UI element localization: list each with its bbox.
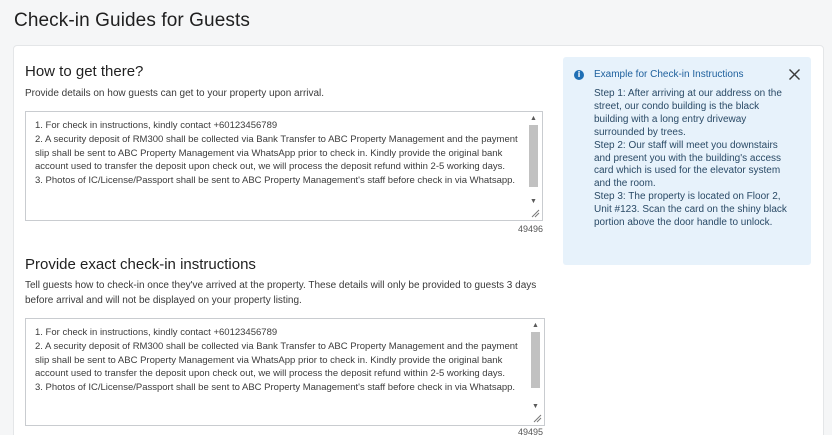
example-info-box: i Example for Check-in Instructions Step… (563, 57, 811, 265)
checkin-instructions-textarea[interactable]: 1. For check in instructions, kindly con… (25, 318, 545, 426)
textarea-scrollbar[interactable]: ▲ ▼ (530, 321, 541, 411)
page-title: Check-in Guides for Guests (14, 10, 250, 31)
how-to-get-there-heading: How to get there? (25, 63, 144, 80)
how-to-get-there-description: Provide details on how guests can get to… (25, 88, 325, 99)
close-icon[interactable] (788, 68, 801, 81)
scroll-thumb[interactable] (531, 332, 540, 388)
scroll-up-icon[interactable]: ▲ (528, 114, 539, 123)
checkin-instructions-heading: Provide exact check-in instructions (25, 256, 256, 273)
resize-grip-icon[interactable] (530, 208, 540, 218)
scroll-up-icon[interactable]: ▲ (530, 321, 541, 330)
info-icon: i (574, 70, 584, 80)
checkin-instructions-description: Tell guests how to check-in once they've… (25, 280, 537, 306)
checkin-instructions-char-count: 49495 (518, 427, 544, 435)
scroll-down-icon[interactable]: ▼ (530, 402, 541, 411)
scroll-down-icon[interactable]: ▼ (528, 197, 539, 206)
info-box-body: Step 1: After arriving at our address on… (594, 88, 787, 229)
how-to-get-there-char-count: 49496 (518, 224, 544, 234)
checkin-instructions-text: 1. For check in instructions, kindly con… (35, 327, 518, 394)
scroll-thumb[interactable] (529, 125, 538, 187)
resize-grip-icon[interactable] (532, 413, 542, 423)
how-to-get-there-textarea[interactable]: 1. For check in instructions, kindly con… (25, 111, 543, 221)
how-to-get-there-text: 1. For check in instructions, kindly con… (35, 120, 518, 187)
info-box-title: Example for Check-in Instructions (594, 69, 744, 80)
textarea-scrollbar[interactable]: ▲ ▼ (528, 114, 539, 206)
